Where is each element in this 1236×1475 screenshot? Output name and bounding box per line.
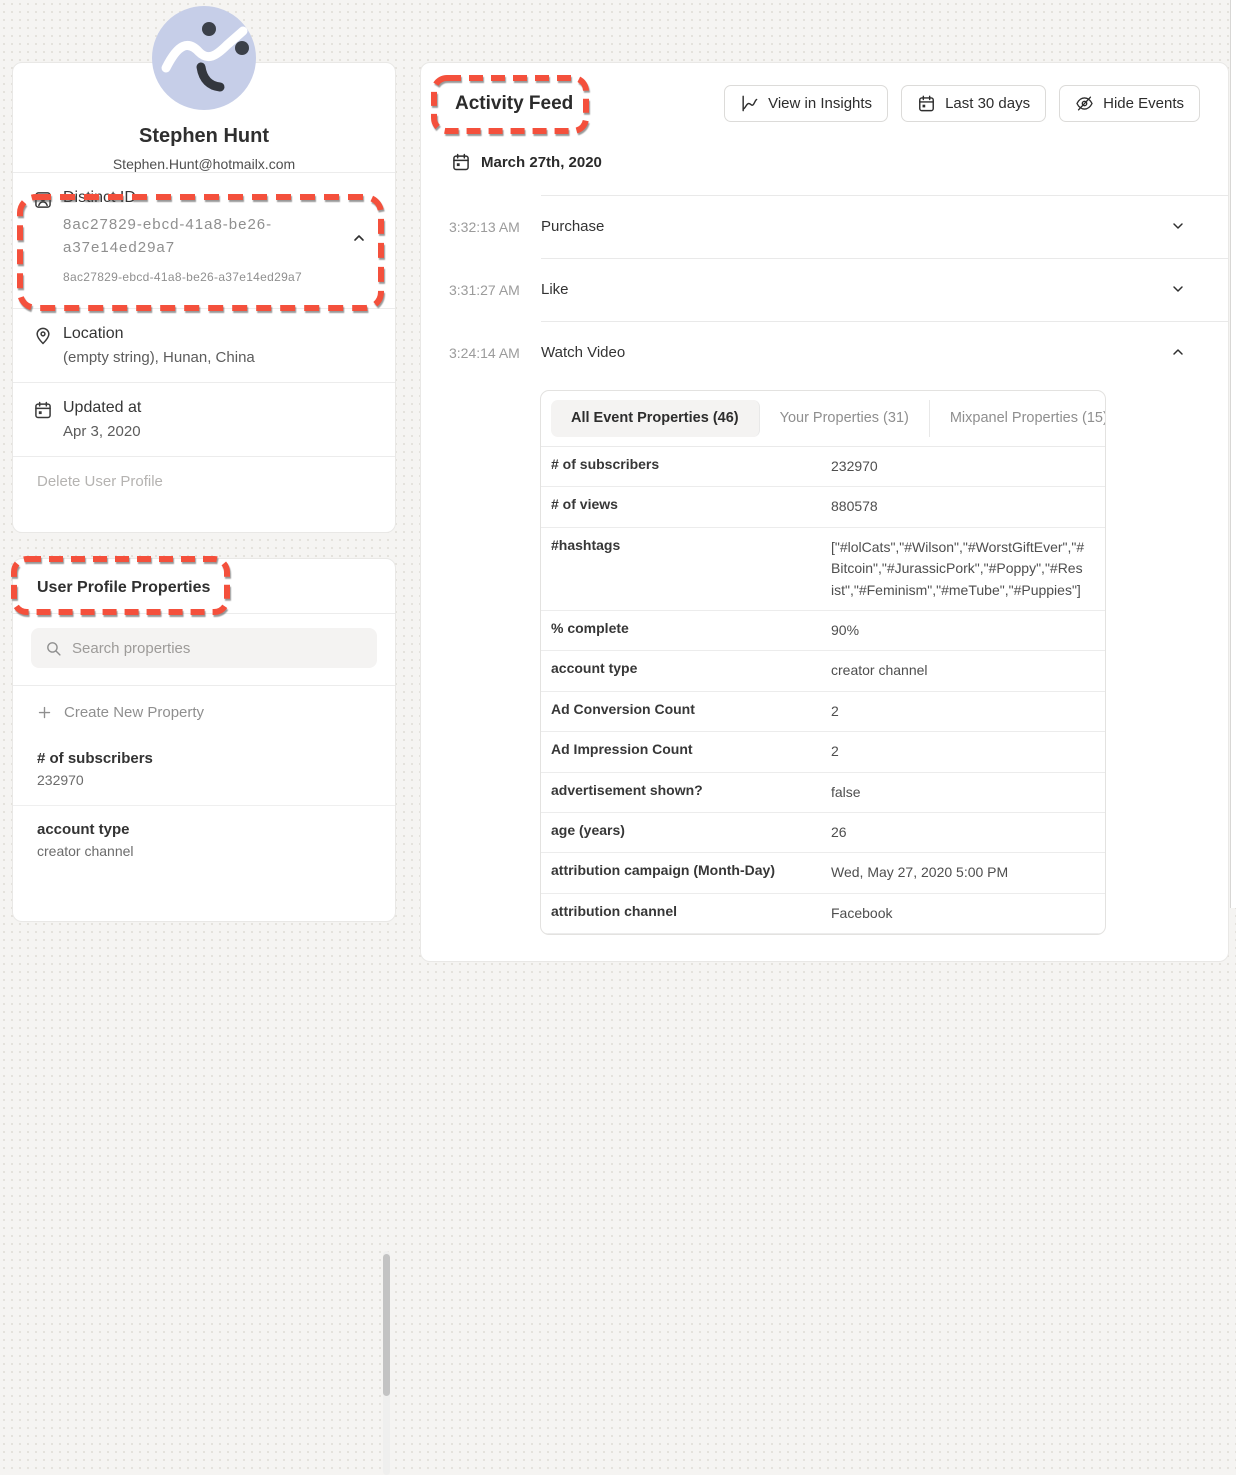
search-icon	[45, 640, 62, 657]
chevron-down-icon[interactable]	[1170, 218, 1188, 236]
date-range-button[interactable]: Last 30 days	[901, 85, 1046, 122]
user-profile-card: Stephen Hunt Stephen.Hunt@hotmailx.com D…	[12, 62, 396, 533]
event-row[interactable]: 3:31:27 AMLike	[421, 258, 1228, 321]
location-section: Location (empty string), Hunan, China	[13, 308, 395, 382]
search-properties-box[interactable]	[31, 628, 377, 668]
event-time: 3:24:14 AM	[449, 345, 541, 361]
event-property-name: advertisement shown?	[551, 782, 831, 803]
table-row: age (years)26	[541, 813, 1105, 853]
event-name: Watch Video	[541, 344, 625, 361]
list-item[interactable]: # of subscribers 232970	[13, 735, 395, 805]
chevron-up-icon[interactable]	[1170, 344, 1188, 362]
properties-panel-title: User Profile Properties	[37, 579, 210, 596]
event-property-value: creator channel	[831, 660, 1085, 681]
event-name: Like	[541, 281, 569, 298]
id-badge-icon	[33, 190, 55, 212]
view-in-insights-button[interactable]: View in Insights	[724, 85, 888, 122]
profile-email: Stephen.Hunt@hotmailx.com	[13, 156, 395, 172]
hide-events-button[interactable]: Hide Events	[1059, 85, 1200, 122]
table-row: # of subscribers232970	[541, 447, 1105, 487]
location-pin-icon	[33, 326, 55, 348]
property-name: # of subscribers	[37, 750, 371, 767]
updated-at-label: Updated at	[63, 399, 141, 417]
event-time: 3:31:27 AM	[449, 282, 541, 298]
table-row: Ad Conversion Count2	[541, 692, 1105, 732]
table-row: account typecreator channel	[541, 651, 1105, 691]
distinct-id-label: Distinct ID	[63, 189, 302, 207]
chevron-up-icon[interactable]	[351, 230, 371, 250]
event-property-name: attribution campaign (Month-Day)	[551, 862, 831, 883]
calendar-icon	[451, 152, 471, 172]
profile-name: Stephen Hunt	[13, 125, 395, 148]
calendar-icon	[917, 94, 936, 113]
event-name: Purchase	[541, 218, 604, 235]
chevron-down-icon[interactable]	[1170, 281, 1188, 299]
list-item[interactable]: account type creator channel	[13, 805, 395, 876]
event-property-value: 880578	[831, 496, 1085, 517]
tab-your-properties-31[interactable]: Your Properties (31)	[760, 400, 930, 437]
location-value: (empty string), Hunan, China	[63, 349, 255, 366]
search-properties-input[interactable]	[72, 640, 363, 657]
event-property-value: 2	[831, 741, 1085, 762]
tab-mixpanel-properties-15[interactable]: Mixpanel Properties (15)	[930, 400, 1106, 437]
event-property-value: Wed, May 27, 2020 5:00 PM	[831, 862, 1085, 883]
event-property-name: age (years)	[551, 822, 831, 843]
tab-all-event-properties-46[interactable]: All Event Properties (46)	[551, 400, 760, 437]
event-property-value: ["#lolCats","#Wilson","#WorstGiftEver","…	[831, 537, 1085, 601]
event-property-value: 232970	[831, 456, 1085, 477]
event-property-value: 2	[831, 701, 1085, 722]
location-label: Location	[63, 325, 255, 343]
activity-feed-title: Activity Feed	[455, 93, 573, 115]
event-properties-table: # of subscribers232970# of views880578#h…	[541, 447, 1105, 934]
table-row: advertisement shown?false	[541, 773, 1105, 813]
table-row: Ad Impression Count2	[541, 732, 1105, 772]
updated-at-section: Updated at Apr 3, 2020	[13, 382, 395, 456]
event-feed: 3:32:13 AMPurchase3:31:27 AMLike3:24:14 …	[421, 195, 1228, 384]
event-property-name: Ad Conversion Count	[551, 701, 831, 722]
event-property-name: # of subscribers	[551, 456, 831, 477]
distinct-id-value: 8ac27829-ebcd-41a8-be26-a37e14ed29a7	[63, 213, 293, 260]
event-property-value: Facebook	[831, 903, 1085, 924]
avatar	[152, 6, 256, 115]
event-property-value: 90%	[831, 620, 1085, 641]
line-chart-icon	[740, 94, 759, 113]
feed-date-header: March 27th, 2020	[481, 154, 602, 171]
event-row[interactable]: 3:32:13 AMPurchase	[421, 195, 1228, 258]
distinct-id-subvalue: 8ac27829-ebcd-41a8-be26-a37e14ed29a7	[63, 270, 302, 284]
table-row: attribution campaign (Month-Day)Wed, May…	[541, 853, 1105, 893]
table-row: attribution channelFacebook	[541, 894, 1105, 934]
page-scrollbar[interactable]	[1230, 0, 1236, 908]
updated-at-value: Apr 3, 2020	[63, 423, 141, 440]
plus-icon	[37, 705, 52, 720]
event-property-value: 26	[831, 822, 1085, 843]
event-property-name: Ad Impression Count	[551, 741, 831, 762]
eye-off-icon	[1075, 94, 1094, 113]
event-properties-tabs: All Event Properties (46)Your Properties…	[541, 391, 1105, 447]
user-profile-properties-card: User Profile Properties Create New Prope…	[12, 558, 396, 922]
event-row[interactable]: 3:24:14 AMWatch Video	[421, 321, 1228, 384]
property-value: 232970	[37, 772, 371, 788]
distinct-id-section: Distinct ID 8ac27829-ebcd-41a8-be26-a37e…	[13, 172, 395, 308]
event-property-name: attribution channel	[551, 903, 831, 924]
property-name: account type	[37, 821, 371, 838]
event-time: 3:32:13 AM	[449, 219, 541, 235]
table-row: # of views880578	[541, 487, 1105, 527]
property-list: # of subscribers 232970 account type creato…	[13, 735, 395, 876]
activity-feed-card: Activity Feed View in Insights Last 30 d…	[420, 62, 1229, 962]
event-property-name: # of views	[551, 496, 831, 517]
event-property-name: % complete	[551, 620, 831, 641]
event-details-panel: All Event Properties (46)Your Properties…	[540, 390, 1106, 935]
table-row: #hashtags["#lolCats","#Wilson","#WorstGi…	[541, 528, 1105, 611]
event-property-name: #hashtags	[551, 537, 831, 601]
delete-user-profile-button[interactable]: Delete User Profile	[13, 456, 395, 506]
create-new-property-button[interactable]: Create New Property	[13, 686, 395, 735]
property-value: creator channel	[37, 843, 371, 859]
event-property-value: false	[831, 782, 1085, 803]
table-row: % complete90%	[541, 611, 1105, 651]
event-property-name: account type	[551, 660, 831, 681]
scrollbar-thumb[interactable]	[383, 1254, 390, 1396]
calendar-icon	[33, 400, 55, 422]
